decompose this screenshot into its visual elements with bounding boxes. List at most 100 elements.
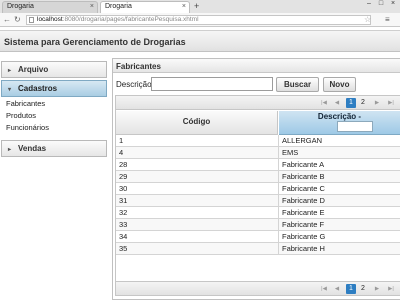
table-row[interactable]: 1 ALLERGAN [116, 135, 400, 147]
column-header-label: Descrição - [317, 112, 362, 121]
url-input[interactable]: localhost:8080/drogaria/pages/fabricante… [26, 15, 371, 25]
page-icon [29, 17, 34, 23]
close-window-button[interactable]: × [388, 0, 398, 8]
cell-descricao: Fabricante C [282, 184, 325, 193]
cell-codigo: 1 [119, 136, 124, 145]
cell-descricao: Fabricante H [282, 244, 325, 253]
prev-page-icon[interactable]: ◀ [332, 98, 342, 108]
descricao-search-input[interactable] [151, 77, 273, 91]
column-divider [278, 195, 279, 206]
table-row[interactable]: 28 Fabricante A [116, 159, 400, 171]
column-divider [278, 159, 279, 170]
address-bar-row: ← ↻ localhost:8080/drogaria/pages/fabric… [0, 13, 400, 27]
column-header-descricao[interactable]: Descrição - [279, 111, 400, 135]
table-row[interactable]: 32 Fabricante E [116, 207, 400, 219]
chevron-right-icon: ▸ [8, 147, 12, 153]
table-row[interactable]: 31 Fabricante D [116, 195, 400, 207]
app-title: Sistema para Gerenciamento de Drogarias [4, 37, 186, 47]
next-page-icon[interactable]: ▶ [372, 284, 382, 294]
sidebar-item-fabricantes[interactable]: Fabricantes [1, 98, 107, 110]
table-row[interactable]: 30 Fabricante C [116, 183, 400, 195]
browser-tab-1-label: Drogaria [7, 3, 34, 10]
sidebar-section-arquivo[interactable]: ▸ Arquivo [1, 61, 107, 78]
table-row[interactable]: 33 Fabricante F [116, 219, 400, 231]
browser-tab-2-label: Drogaria [105, 3, 132, 10]
last-page-icon[interactable]: ▶| [386, 284, 396, 294]
column-divider [278, 231, 279, 242]
column-divider [278, 219, 279, 230]
page-number[interactable]: 1 [346, 284, 356, 294]
maximize-button[interactable]: □ [376, 0, 386, 8]
cell-descricao: Fabricante F [282, 220, 325, 229]
paginator-bottom: |◀ ◀ 1 2 ▶ ▶| [116, 281, 400, 295]
novo-button[interactable]: Novo [323, 77, 356, 92]
last-page-icon[interactable]: ▶| [386, 98, 396, 108]
browser-tab-1[interactable]: Drogaria × [2, 1, 98, 13]
table-row[interactable]: 34 Fabricante G [116, 231, 400, 243]
cell-descricao: Fabricante A [282, 160, 325, 169]
buscar-button[interactable]: Buscar [276, 77, 319, 92]
app-header: Sistema para Gerenciamento de Drogarias [0, 30, 400, 52]
cell-descricao: ALLERGAN [282, 136, 323, 145]
cadastros-items: Fabricantes Produtos Funcionários [1, 98, 107, 134]
cell-codigo: 4 [119, 148, 124, 157]
fabricantes-panel: Fabricantes Descrição: Buscar Novo |◀ ◀ … [112, 58, 400, 300]
cell-codigo: 31 [119, 196, 128, 205]
sidebar-section-label: Arquivo [18, 65, 49, 74]
first-page-icon[interactable]: |◀ [319, 98, 329, 108]
panel-title: Fabricantes [113, 59, 400, 73]
url-host: localhost [37, 16, 63, 23]
cell-codigo: 29 [119, 172, 128, 181]
table-row[interactable]: 29 Fabricante B [116, 171, 400, 183]
cell-descricao: Fabricante G [282, 232, 326, 241]
browser-tab-2[interactable]: Drogaria × [100, 1, 190, 13]
url-path: :8080/drogaria/pages/fabricantePesquisa.… [62, 16, 199, 23]
cell-codigo: 30 [119, 184, 128, 193]
cell-codigo: 34 [119, 232, 128, 241]
menu-icon[interactable]: ≡ [385, 15, 390, 24]
cell-codigo: 32 [119, 208, 128, 217]
close-icon[interactable]: × [90, 3, 94, 10]
sidebar-menu: ▸ Arquivo ▾ Cadastros Fabricantes Produtos… [0, 58, 108, 300]
refresh-icon[interactable]: ↻ [14, 15, 21, 24]
sidebar-item-funcionarios[interactable]: Funcionários [1, 122, 107, 134]
fabricantes-table: |◀ ◀ 1 2 ▶ ▶| Código Descrição - 1 ALLERG… [115, 95, 400, 296]
new-tab-button[interactable]: + [194, 1, 199, 11]
close-icon[interactable]: × [182, 3, 186, 10]
cell-descricao: Fabricante D [282, 196, 325, 205]
back-icon[interactable]: ← [3, 15, 11, 24]
minimize-button[interactable]: – [364, 0, 374, 8]
column-divider [278, 171, 279, 182]
sidebar-section-label: Vendas [18, 144, 47, 153]
table-header: Código Descrição - [116, 111, 400, 135]
cell-codigo: 33 [119, 220, 128, 229]
table-row[interactable]: 35 Fabricante H [116, 243, 400, 255]
column-divider [278, 207, 279, 218]
first-page-icon[interactable]: |◀ [319, 284, 329, 294]
window-controls: – □ × [364, 0, 398, 8]
browser-tab-bar: Drogaria × Drogaria × + – □ × [0, 0, 400, 13]
cell-codigo: 28 [119, 160, 128, 169]
next-page-icon[interactable]: ▶ [372, 98, 382, 108]
column-header-codigo[interactable]: Código [116, 111, 278, 135]
prev-page-icon[interactable]: ◀ [332, 284, 342, 294]
chevron-right-icon: ▸ [8, 68, 12, 74]
sidebar-section-cadastros[interactable]: ▾ Cadastros [1, 80, 107, 97]
page-number[interactable]: 2 [358, 98, 368, 108]
cell-descricao: Fabricante B [282, 172, 325, 181]
column-divider [278, 183, 279, 194]
sidebar-section-vendas[interactable]: ▸ Vendas [1, 140, 107, 157]
cell-descricao: EMS [282, 148, 299, 157]
paginator-top: |◀ ◀ 1 2 ▶ ▶| [116, 96, 400, 110]
chevron-down-icon: ▾ [8, 87, 12, 93]
column-divider [278, 147, 279, 158]
descricao-filter-input[interactable] [337, 121, 373, 132]
bookmark-star-icon[interactable]: ☆ [364, 15, 371, 24]
cell-codigo: 35 [119, 244, 128, 253]
table-row[interactable]: 4 EMS [116, 147, 400, 159]
column-divider [278, 243, 279, 254]
page-number[interactable]: 2 [358, 284, 368, 294]
table-body: 1 ALLERGAN 4 EMS 28 Fabricante A 29 Fabricante … [116, 135, 400, 255]
sidebar-item-produtos[interactable]: Produtos [1, 110, 107, 122]
page-number[interactable]: 1 [346, 98, 356, 108]
